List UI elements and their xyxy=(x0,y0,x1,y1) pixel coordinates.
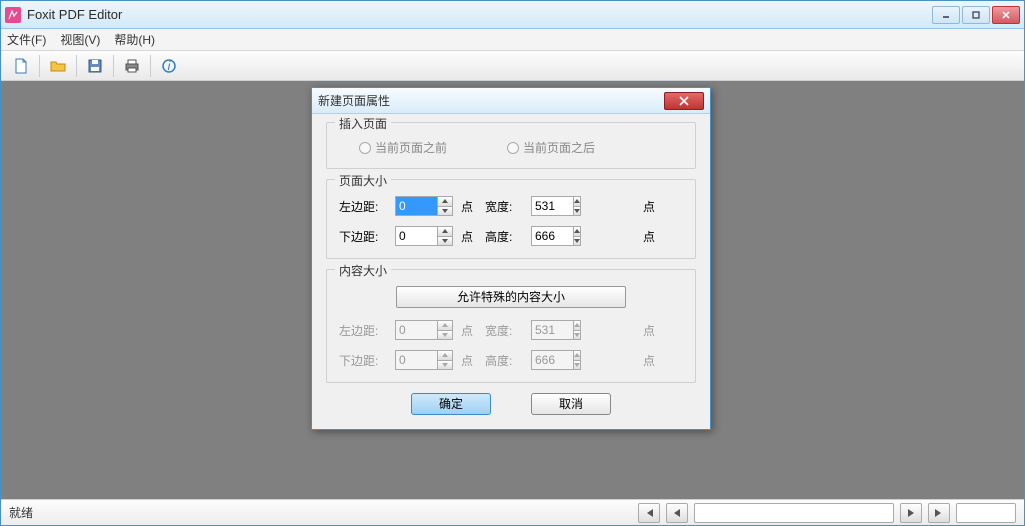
spinner-buttons xyxy=(437,320,453,340)
unit-label: 点 xyxy=(461,322,479,339)
insert-page-group: 插入页面 当前页面之前 当前页面之后 xyxy=(326,122,696,169)
toolbar: i xyxy=(1,51,1024,81)
height-label: 高度: xyxy=(485,228,525,245)
spinner-buttons[interactable] xyxy=(573,196,581,216)
save-button[interactable] xyxy=(81,53,109,79)
unit-label: 点 xyxy=(461,352,479,369)
content-size-group: 内容大小 允许特殊的内容大小 左边距: 点 宽度: xyxy=(326,269,696,383)
page-field[interactable] xyxy=(956,503,1016,523)
last-page-button[interactable] xyxy=(928,503,950,523)
spin-down-icon xyxy=(574,331,580,340)
radio-before-current: 当前页面之前 xyxy=(359,139,447,156)
unit-label: 点 xyxy=(461,228,479,245)
content-width-input xyxy=(531,320,573,340)
content-height-label: 高度: xyxy=(485,352,525,369)
left-margin-label: 左边距: xyxy=(339,198,389,215)
app-title: Foxit PDF Editor xyxy=(27,7,122,22)
dialog-close-button[interactable] xyxy=(664,92,704,110)
radio-before-label: 当前页面之前 xyxy=(375,139,447,156)
new-page-properties-dialog: 新建页面属性 插入页面 当前页面之前 当前页面之后 xyxy=(311,87,711,430)
content-left-input xyxy=(395,320,437,340)
workspace: 新建页面属性 插入页面 当前页面之前 当前页面之后 xyxy=(1,81,1024,499)
next-page-button[interactable] xyxy=(900,503,922,523)
width-label: 宽度: xyxy=(485,198,525,215)
unit-label: 点 xyxy=(643,322,661,339)
spin-down-icon xyxy=(438,331,452,340)
spinner-buttons[interactable] xyxy=(437,196,453,216)
spin-down-icon xyxy=(574,237,580,246)
bottom-margin-label: 下边距: xyxy=(339,228,389,245)
spin-up-icon xyxy=(574,321,580,331)
content-bottom-input xyxy=(395,350,437,370)
content-size-title: 内容大小 xyxy=(335,262,391,279)
maximize-button[interactable] xyxy=(962,6,990,24)
close-button[interactable] xyxy=(992,6,1020,24)
spin-down-icon xyxy=(574,361,580,370)
menu-view[interactable]: 视图(V) xyxy=(60,31,100,48)
spin-up-icon xyxy=(574,197,580,207)
insert-page-title: 插入页面 xyxy=(335,115,391,132)
info-button[interactable]: i xyxy=(155,53,183,79)
spin-down-icon xyxy=(574,207,580,216)
minimize-button[interactable] xyxy=(932,6,960,24)
allow-special-content-size-button[interactable]: 允许特殊的内容大小 xyxy=(396,286,626,308)
width-input[interactable] xyxy=(531,196,573,216)
new-file-button[interactable] xyxy=(7,53,35,79)
page-slider[interactable] xyxy=(694,503,894,523)
spinner-buttons xyxy=(437,350,453,370)
content-bottom-label: 下边距: xyxy=(339,352,389,369)
menu-file[interactable]: 文件(F) xyxy=(7,31,46,48)
spinner-buttons xyxy=(573,350,581,370)
spin-up-icon xyxy=(574,227,580,237)
menubar: 文件(F) 视图(V) 帮助(H) xyxy=(1,29,1024,51)
radio-after-label: 当前页面之后 xyxy=(523,139,595,156)
page-size-title: 页面大小 xyxy=(335,172,391,189)
bottom-margin-input[interactable] xyxy=(395,226,437,246)
menu-help[interactable]: 帮助(H) xyxy=(114,31,155,48)
titlebar[interactable]: Foxit PDF Editor xyxy=(1,1,1024,29)
height-input[interactable] xyxy=(531,226,573,246)
first-page-button[interactable] xyxy=(638,503,660,523)
statusbar: 就绪 xyxy=(1,499,1024,525)
spin-up-icon xyxy=(438,321,452,331)
main-window: Foxit PDF Editor 文件(F) 视图(V) 帮助(H) i xyxy=(0,0,1025,526)
spin-down-icon xyxy=(438,207,452,216)
app-icon xyxy=(5,7,21,23)
page-size-group: 页面大小 左边距: 点 宽度: xyxy=(326,179,696,259)
unit-label: 点 xyxy=(643,228,661,245)
radio-after-current: 当前页面之后 xyxy=(507,139,595,156)
ok-button[interactable]: 确定 xyxy=(411,393,491,415)
spin-up-icon xyxy=(574,351,580,361)
radio-icon xyxy=(507,142,519,154)
spinner-buttons[interactable] xyxy=(573,226,581,246)
spinner-buttons[interactable] xyxy=(437,226,453,246)
spin-up-icon xyxy=(438,197,452,207)
print-button[interactable] xyxy=(118,53,146,79)
prev-page-button[interactable] xyxy=(666,503,688,523)
spin-up-icon xyxy=(438,227,452,237)
spinner-buttons xyxy=(573,320,581,340)
left-margin-input[interactable] xyxy=(395,196,437,216)
spin-down-icon xyxy=(438,237,452,246)
spin-down-icon xyxy=(438,361,452,370)
spin-up-icon xyxy=(438,351,452,361)
content-width-label: 宽度: xyxy=(485,322,525,339)
content-left-label: 左边距: xyxy=(339,322,389,339)
cancel-button[interactable]: 取消 xyxy=(531,393,611,415)
dialog-titlebar[interactable]: 新建页面属性 xyxy=(312,88,710,114)
unit-label: 点 xyxy=(461,198,479,215)
unit-label: 点 xyxy=(643,198,661,215)
open-file-button[interactable] xyxy=(44,53,72,79)
status-text: 就绪 xyxy=(9,504,33,521)
content-height-input xyxy=(531,350,573,370)
radio-icon xyxy=(359,142,371,154)
unit-label: 点 xyxy=(643,352,661,369)
dialog-title: 新建页面属性 xyxy=(318,92,390,109)
svg-text:i: i xyxy=(168,59,171,73)
